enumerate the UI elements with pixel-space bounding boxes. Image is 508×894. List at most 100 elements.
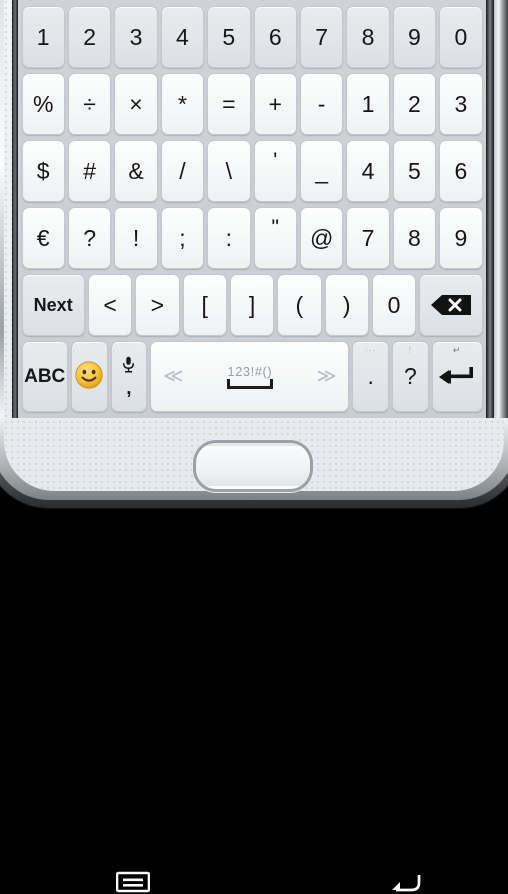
key-hash[interactable]: # bbox=[67, 140, 112, 202]
device-right-rail bbox=[494, 0, 508, 418]
key-1[interactable]: 1 bbox=[21, 6, 65, 68]
key-num-1[interactable]: 1 bbox=[346, 73, 390, 135]
key-enter[interactable]: ↵ bbox=[431, 341, 483, 412]
key-ampersand-label: & bbox=[128, 157, 144, 184]
key-paren-open[interactable]: ( bbox=[277, 274, 322, 336]
screen-edge-right bbox=[486, 0, 494, 418]
key-paren-close[interactable]: ) bbox=[324, 274, 369, 336]
key-semicolon-label: ; bbox=[179, 224, 186, 251]
key-num-2[interactable]: 2 bbox=[392, 73, 437, 135]
key-apostrophe[interactable]: ' bbox=[253, 140, 297, 202]
key-minus[interactable]: - bbox=[299, 73, 344, 135]
key-zero-label: 0 bbox=[387, 291, 401, 318]
key-underscore-label: _ bbox=[315, 157, 329, 184]
menu-icon[interactable] bbox=[116, 870, 150, 894]
key-at-label: @ bbox=[309, 224, 334, 251]
key-apostrophe-label: ' bbox=[273, 149, 278, 172]
key-num-8[interactable]: 8 bbox=[392, 207, 437, 269]
home-button[interactable] bbox=[196, 443, 310, 489]
key-4[interactable]: 4 bbox=[160, 6, 205, 68]
key-bracket-close-label: ] bbox=[248, 291, 256, 318]
keyboard-row-row-math: % ÷ × * = + - 1 2 3 bbox=[18, 73, 486, 135]
key-0[interactable]: 0 bbox=[439, 6, 483, 68]
key-dollar-label: $ bbox=[36, 157, 50, 184]
key-asterisk-label: * bbox=[177, 90, 187, 117]
key-space[interactable]: ≪ 123!#() ≫ bbox=[150, 341, 350, 412]
key-backslash-label: \ bbox=[225, 157, 233, 184]
key-num-9-label: 9 bbox=[454, 224, 468, 251]
key-greater-than[interactable]: > bbox=[135, 274, 180, 336]
space-bar-icon bbox=[226, 378, 273, 389]
key-7-label: 7 bbox=[315, 23, 329, 50]
key-9[interactable]: 9 bbox=[392, 6, 437, 68]
key-asterisk[interactable]: * bbox=[160, 73, 205, 135]
key-paren-open-label: ( bbox=[295, 291, 304, 318]
key-bracket-close[interactable]: ] bbox=[229, 274, 275, 336]
key-num-6[interactable]: 6 bbox=[439, 140, 483, 202]
key-paren-close-label: ) bbox=[342, 291, 351, 318]
key-enter-hint: ↵ bbox=[452, 345, 462, 355]
backspace-icon bbox=[430, 295, 471, 315]
key-less-than[interactable]: < bbox=[87, 274, 133, 336]
key-equals[interactable]: = bbox=[207, 73, 251, 135]
key-3-label: 3 bbox=[129, 23, 143, 50]
key-period[interactable]: ···. bbox=[352, 341, 390, 412]
key-8[interactable]: 8 bbox=[346, 6, 390, 68]
key-backslash[interactable]: \ bbox=[207, 140, 251, 202]
key-underscore[interactable]: _ bbox=[299, 140, 344, 202]
key-3[interactable]: 3 bbox=[114, 6, 158, 68]
key-slash-label: / bbox=[179, 157, 186, 184]
space-left-chevron[interactable]: ≪ bbox=[163, 367, 183, 386]
key-bracket-open[interactable]: [ bbox=[182, 274, 227, 336]
key-at[interactable]: @ bbox=[299, 207, 344, 269]
key-multiply[interactable]: × bbox=[114, 73, 158, 135]
key-7[interactable]: 7 bbox=[299, 6, 344, 68]
key-6-label: 6 bbox=[268, 23, 282, 50]
key-period-label: . bbox=[367, 363, 374, 389]
key-num-9[interactable]: 9 bbox=[439, 207, 483, 269]
key-num-7-label: 7 bbox=[361, 224, 375, 251]
key-ampersand[interactable]: & bbox=[114, 140, 158, 202]
key-question-bottom[interactable]: !? bbox=[392, 341, 429, 412]
key-dollar[interactable]: $ bbox=[21, 140, 65, 202]
key-quote[interactable]: " bbox=[253, 207, 297, 269]
key-abc[interactable]: ABC bbox=[21, 341, 68, 412]
key-abc-label: ABC bbox=[24, 366, 66, 387]
key-plus[interactable]: + bbox=[253, 73, 297, 135]
key-percent[interactable]: % bbox=[21, 73, 65, 135]
key-zero[interactable]: 0 bbox=[371, 274, 417, 336]
key-colon[interactable]: : bbox=[207, 207, 251, 269]
key-emoji[interactable] bbox=[70, 341, 108, 412]
key-percent-label: % bbox=[32, 90, 54, 117]
key-euro[interactable]: € bbox=[21, 207, 65, 269]
key-2[interactable]: 2 bbox=[67, 6, 112, 68]
key-next-label: Next bbox=[33, 295, 73, 315]
key-comma[interactable]: , bbox=[110, 341, 148, 412]
key-divide[interactable]: ÷ bbox=[67, 73, 112, 135]
key-minus-label: - bbox=[317, 90, 326, 117]
key-num-4[interactable]: 4 bbox=[346, 140, 390, 202]
key-question[interactable]: ? bbox=[67, 207, 112, 269]
key-2-label: 2 bbox=[83, 23, 96, 50]
key-slash[interactable]: / bbox=[160, 140, 205, 202]
key-colon-label: : bbox=[225, 224, 233, 251]
key-5[interactable]: 5 bbox=[207, 6, 251, 68]
microphone-icon bbox=[122, 356, 135, 375]
key-6[interactable]: 6 bbox=[253, 6, 297, 68]
key-period-hint: ··· bbox=[364, 345, 377, 355]
key-exclamation[interactable]: ! bbox=[114, 207, 158, 269]
key-semicolon[interactable]: ; bbox=[160, 207, 205, 269]
back-icon[interactable] bbox=[388, 870, 422, 894]
key-backspace[interactable] bbox=[419, 274, 483, 336]
key-next[interactable]: Next bbox=[21, 274, 85, 336]
key-num-3[interactable]: 3 bbox=[439, 73, 483, 135]
space-right-chevron[interactable]: ≫ bbox=[316, 367, 336, 386]
key-comma-label: , bbox=[126, 377, 132, 399]
key-less-than-label: < bbox=[103, 291, 117, 318]
key-num-7[interactable]: 7 bbox=[346, 207, 390, 269]
key-num-5[interactable]: 5 bbox=[392, 140, 437, 202]
phone-screen: 1 2 3 4 5 6 7 8 9 0% ÷ × * = + - 1 2 3 $ # & / \ ' _ 4 5 6 €?!;: " @7 8 9… bbox=[18, 0, 486, 418]
key-num-4-label: 4 bbox=[361, 157, 375, 184]
key-multiply-label: × bbox=[129, 90, 143, 117]
key-8-label: 8 bbox=[361, 23, 375, 50]
